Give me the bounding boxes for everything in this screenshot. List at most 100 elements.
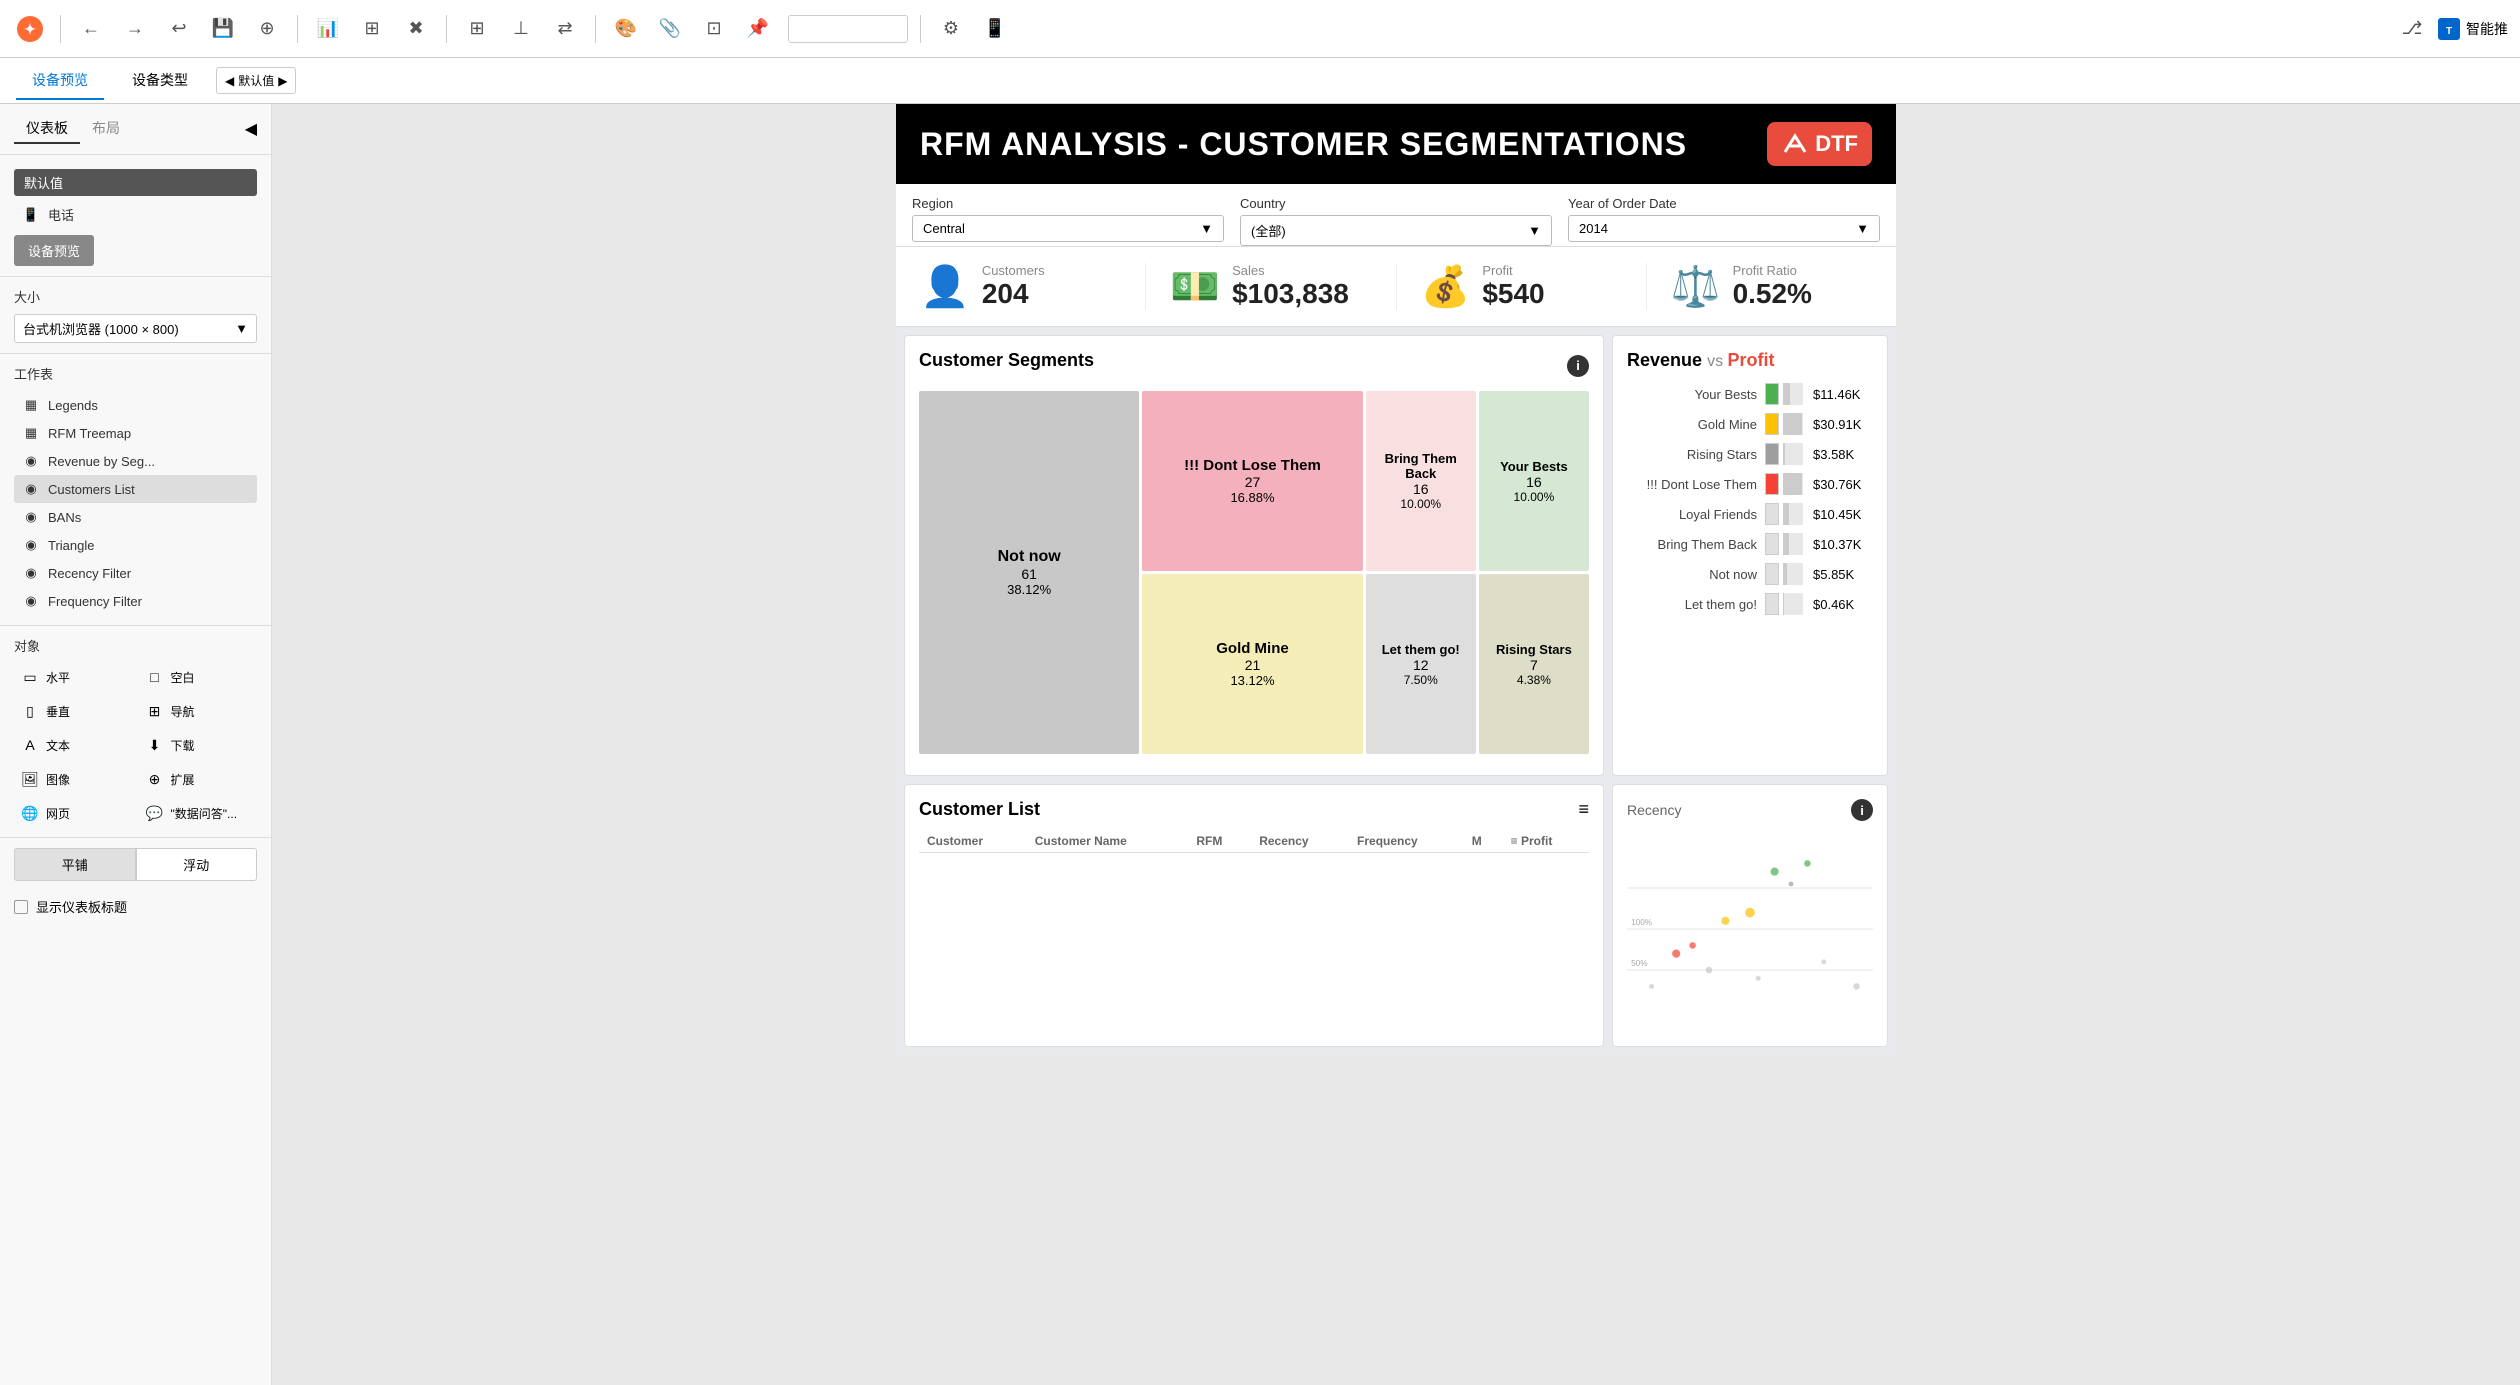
download-icon: ⬇ [145, 735, 165, 755]
chart-icon[interactable]: 📊 [310, 11, 346, 47]
customer-list-title: Customer List [919, 799, 1040, 820]
obj-navigation[interactable]: ⊞ 导航 [139, 697, 258, 725]
size-dropdown-icon: ▼ [235, 321, 248, 336]
sidebar-tab-layout[interactable]: 布局 [80, 114, 132, 144]
treemap-cell-let-go[interactable]: Let them go! 12 7.50% [1366, 574, 1476, 754]
bar-track-4: $10.45K [1765, 503, 1873, 525]
scatter-info-icon[interactable]: i [1851, 799, 1873, 821]
table-icon[interactable]: ⊞ [354, 11, 390, 47]
bar-track-0: $11.46K [1765, 383, 1873, 405]
treemap-cell-bring-back[interactable]: Bring Them Back 16 10.00% [1366, 391, 1476, 571]
color-icon[interactable]: 🎨 [608, 11, 644, 47]
customer-list-filter-icon[interactable]: ≡ [1578, 799, 1589, 820]
sidebar-item-bans[interactable]: ◉ BANs [14, 503, 257, 531]
undo-button[interactable]: ↩ [161, 11, 197, 47]
pin-icon[interactable]: 📌 [740, 11, 776, 47]
forward-button[interactable]: → [117, 11, 153, 47]
sidebar-views-section: 默认值 📱 电话 设备预览 [0, 155, 271, 277]
tm-rising-stars-pct: 4.38% [1517, 673, 1551, 687]
bar-track-2: $3.58K [1765, 443, 1873, 465]
bar-color-box-6 [1765, 563, 1779, 585]
treemap-cell-rising-stars[interactable]: Rising Stars 7 4.38% [1479, 574, 1589, 754]
tm-let-go-pct: 7.50% [1404, 673, 1438, 687]
treemap-cell-dont-lose[interactable]: !!! Dont Lose Them 27 16.88% [1142, 391, 1362, 571]
group-icon[interactable]: ⊞ [459, 11, 495, 47]
hierarchy-icon[interactable]: ⊥ [503, 11, 539, 47]
worktable-label: 工作表 [14, 364, 257, 383]
sidebar-item-triangle[interactable]: ◉ Triangle [14, 531, 257, 559]
bar-value-4: $10.45K [1813, 507, 1873, 522]
device-type-tab[interactable]: 设备类型 [116, 62, 204, 100]
save-icon[interactable]: 💾 [205, 11, 241, 47]
treemap-info-icon[interactable]: i [1567, 355, 1589, 377]
tm-dont-lose-pct: 16.88% [1230, 490, 1274, 505]
treemap-title: Customer Segments [919, 350, 1094, 371]
share-icon[interactable]: ⎇ [2394, 11, 2430, 47]
treemap-grid: Not now 61 38.12% !!! Dont Lose Them 27 … [919, 391, 1589, 761]
device-preview-tab[interactable]: 设备预览 [16, 62, 104, 100]
year-dropdown-icon: ▼ [1856, 221, 1869, 236]
sidebar-tabs: 仪表板 布局 [14, 114, 132, 144]
sidebar-item-revenue-by-seg[interactable]: ◉ Revenue by Seg... [14, 447, 257, 475]
add-icon[interactable]: ⊕ [249, 11, 285, 47]
col-customer: Customer [919, 830, 1027, 853]
tablet-icon[interactable]: 📱 [977, 11, 1013, 47]
obj-text[interactable]: A 文本 [14, 731, 133, 759]
flat-button[interactable]: 平铺 [14, 848, 136, 881]
bar-fill-3 [1783, 473, 1802, 495]
device-default-label: 默认值 [238, 72, 274, 89]
sidebar-item-customers-list[interactable]: ◉ Customers List [14, 475, 257, 503]
region-select[interactable]: Central ▼ [912, 215, 1224, 242]
sidebar-collapse-icon[interactable]: ◀ [245, 119, 257, 139]
float-button[interactable]: 浮动 [136, 848, 258, 881]
cross-icon[interactable]: ✖ [398, 11, 434, 47]
profit-label: Profit [1482, 263, 1544, 278]
treemap-cell-not-now[interactable]: Not now 61 38.12% [919, 391, 1139, 754]
device-preview-button[interactable]: 设备预览 [14, 235, 94, 266]
obj-blank[interactable]: □ 空白 [139, 663, 258, 691]
obj-vertical[interactable]: ▯ 垂直 [14, 697, 133, 725]
treemap-cell-gold-mine[interactable]: Gold Mine 21 13.12% [1142, 574, 1362, 754]
obj-ask-data[interactable]: 💬 "数据问答"... [139, 799, 258, 827]
obj-image[interactable]: 🖼 图像 [14, 765, 133, 793]
blank-icon: □ [145, 667, 165, 687]
toolbar-sep-4 [595, 15, 596, 43]
back-button[interactable]: ← [73, 11, 109, 47]
sidebar-item-rfm-treemap[interactable]: ▦ RFM Treemap [14, 419, 257, 447]
col-rfm: RFM [1188, 830, 1251, 853]
size-label: 大小 [14, 287, 257, 306]
year-select[interactable]: 2014 ▼ [1568, 215, 1880, 242]
obj-expand[interactable]: ⊕ 扩展 [139, 765, 258, 793]
adjust-icon[interactable]: ⚙ [933, 11, 969, 47]
country-select[interactable]: (全部) ▼ [1240, 215, 1552, 246]
selected-view-label[interactable]: 默认值 [14, 169, 257, 196]
sort-icon[interactable]: ⇄ [547, 11, 583, 47]
bar-bg-7 [1783, 593, 1803, 615]
sidebar-item-legends[interactable]: ▦ Legends [14, 391, 257, 419]
sidebar-tab-dashboard[interactable]: 仪表板 [14, 114, 80, 144]
bar-value-1: $30.91K [1813, 417, 1873, 432]
obj-download[interactable]: ⬇ 下载 [139, 731, 258, 759]
sidebar-item-frequency-filter[interactable]: ◉ Frequency Filter [14, 587, 257, 615]
resize-icon[interactable]: ⊡ [696, 11, 732, 47]
obj-horizontal[interactable]: ▭ 水平 [14, 663, 133, 691]
bar-label-2: Rising Stars [1627, 447, 1757, 462]
bar-row-dont-lose: !!! Dont Lose Them $30.76K [1627, 473, 1873, 495]
show-title-checkbox[interactable] [14, 900, 28, 914]
annotation-icon[interactable]: 📎 [652, 11, 688, 47]
obj-web[interactable]: 🌐 网页 [14, 799, 133, 827]
logo-icon[interactable]: ✦ [12, 11, 48, 47]
device-selector[interactable]: ◀ 默认值 ▶ [216, 67, 296, 94]
search-box[interactable] [788, 15, 908, 43]
treemap-cell-your-bests[interactable]: Your Bests 16 10.00% [1479, 391, 1589, 571]
profit-ratio-icon: ⚖️ [1671, 263, 1721, 310]
tm-your-bests-count: 16 [1526, 474, 1542, 490]
sidebar-item-phone[interactable]: 📱 电话 [14, 200, 257, 229]
bar-label-7: Let them go! [1627, 597, 1757, 612]
col-customer-name: Customer Name [1027, 830, 1189, 853]
treemap-container: Customer Segments i Not now 61 38.12% [904, 335, 1604, 776]
kpi-sales-text: Sales $103,838 [1232, 263, 1349, 310]
size-select[interactable]: 台式机浏览器 (1000 × 800) ▼ [14, 314, 257, 343]
sidebar-item-recency-filter[interactable]: ◉ Recency Filter [14, 559, 257, 587]
bar-value-7: $0.46K [1813, 597, 1873, 612]
